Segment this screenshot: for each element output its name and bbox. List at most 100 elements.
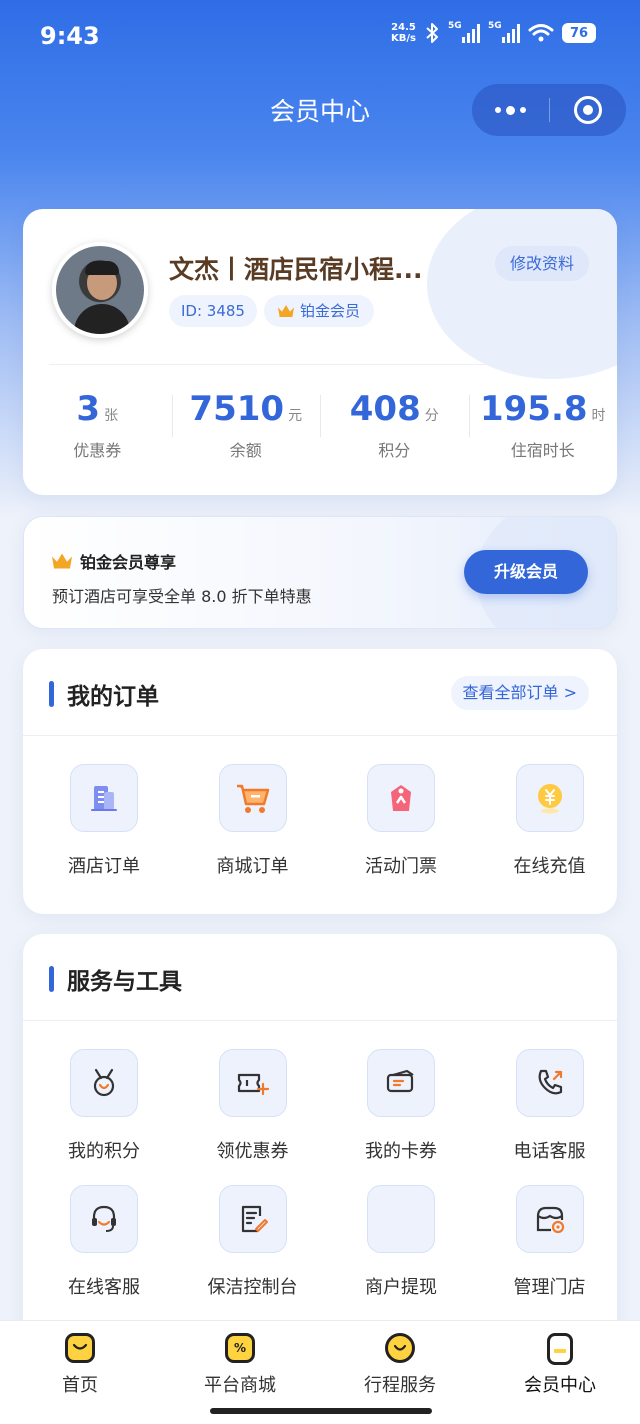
tab-label: 会员中心 [524,1375,596,1396]
tool-item-get-coupons[interactable]: 领优惠券 [172,1049,321,1185]
order-item-shop[interactable]: 商城订单 [172,764,321,900]
status-bar: 9:43 24.5 KB/s 5G 5G 76 [0,0,640,70]
wifi-icon [528,24,554,42]
stat-value: 408 [349,389,421,429]
headset-icon [70,1185,138,1253]
vip-banner: 铂金会员尊享 预订酒店可享受全单 8.0 折下单特惠 升级会员 [23,516,617,629]
stat-points[interactable]: 408 分 积分 [320,389,469,461]
tool-item-phone-support[interactable]: 电话客服 [469,1049,618,1185]
more-dots-icon [494,105,526,115]
tab-home[interactable]: 首页 [0,1321,160,1424]
shopping-cart-icon [218,764,287,832]
stats-row: 3张 优惠券 7510 元 余额 408 分 积分 195.8 时 住宿时长 [23,389,617,461]
edit-profile-button[interactable]: 修改资料 [494,246,589,281]
vip-description: 预订酒店可享受全单 8.0 折下单特惠 [52,587,312,606]
stat-label: 积分 [378,441,411,460]
network-speed-unit: KB/s [391,33,416,44]
stat-value: 7510 [189,389,285,429]
member-tier-badge[interactable]: 铂金会员 [264,295,375,327]
battery-indicator: 76 [562,23,596,43]
order-item-label: 活动门票 [365,856,437,877]
member-tier-label: 铂金会员 [300,302,361,320]
ticket-tag-icon [367,764,435,832]
stat-balance[interactable]: 7510 元 余额 [171,389,321,461]
orders-section: 我的订单 查看全部订单 > 酒店订单 商城订单 活动门票 在线充值 [23,649,617,914]
tool-item-my-cards[interactable]: 我的卡券 [320,1049,469,1185]
orders-grid: 酒店订单 商城订单 活动门票 在线充值 [23,764,617,900]
avatar[interactable] [52,242,148,338]
tool-item-label: 在线客服 [68,1277,140,1298]
tools-section: 服务与工具 我的积分 领优惠券 我的卡券 电话客服 在线客服 保洁控制台 商户提… [23,934,617,1354]
tools-grid: 我的积分 领优惠券 我的卡券 电话客服 在线客服 保洁控制台 商户提现 管理门店 [23,1049,617,1321]
document-edit-icon [218,1185,287,1253]
order-item-recharge[interactable]: 在线充值 [469,764,618,900]
vip-title: 铂金会员尊享 [52,549,176,573]
trip-service-icon [385,1333,415,1363]
profile-card: 文杰丨酒店民宿小程... 修改资料 ID: 3485 铂金会员 3张 优惠券 7… [23,209,617,495]
crown-icon [278,305,294,317]
percent-shop-icon: % [225,1333,255,1363]
coupon-add-icon [218,1049,287,1117]
stat-unit: 分 [424,408,439,424]
section-header: 我的订单 查看全部订单 > [23,649,617,736]
target-circle-icon [573,96,602,124]
more-button[interactable] [472,84,549,136]
signal-icon: 5G [448,21,480,43]
tab-label: 平台商城 [204,1375,276,1396]
crown-icon [52,554,72,569]
card-voucher-icon [367,1049,435,1117]
tab-member-center[interactable]: 会员中心 [480,1321,640,1424]
stat-value: 195.8 [479,389,588,429]
user-id-badge: ID: 3485 [169,295,257,327]
order-item-label: 商城订单 [216,856,289,877]
upgrade-member-button[interactable]: 升级会员 [464,550,588,594]
tool-item-points[interactable]: 我的积分 [23,1049,172,1185]
tool-item-label: 电话客服 [513,1141,586,1162]
order-item-label: 在线充值 [513,856,586,877]
tool-item-manage-store[interactable]: 管理门店 [469,1185,618,1321]
stat-stay-hours[interactable]: 195.8 时 住宿时长 [468,389,618,461]
order-item-label: 酒店订单 [68,856,140,877]
stat-unit: 张 [104,408,119,424]
phone-icon [515,1049,584,1117]
tool-item-online-support[interactable]: 在线客服 [23,1185,172,1321]
network-speed: 24.5 KB/s [391,22,416,44]
tool-item-label: 领优惠券 [216,1141,289,1162]
stat-label: 住宿时长 [510,441,575,460]
mini-program-capsule [472,84,626,136]
bluetooth-icon [426,23,438,43]
medal-icon [70,1049,138,1117]
section-accent-bar [49,681,54,707]
tab-label: 行程服务 [364,1375,436,1396]
decorative-circle [427,209,617,379]
stat-unit: 时 [591,408,606,424]
stat-value: 3 [76,389,101,429]
view-all-orders-link[interactable]: 查看全部订单 > [450,676,589,710]
tool-item-label: 我的卡券 [365,1141,437,1162]
section-title: 服务与工具 [67,969,182,995]
status-indicators: 24.5 KB/s 5G 5G 76 [391,21,596,44]
stat-label: 优惠券 [73,441,122,460]
stat-label: 余额 [229,441,262,460]
home-icon [65,1333,95,1363]
home-indicator[interactable] [210,1408,432,1414]
divider [49,364,591,365]
order-item-hotel[interactable]: 酒店订单 [23,764,172,900]
vip-title-text: 铂金会员尊享 [80,553,177,572]
hotel-building-icon [70,764,138,832]
tool-item-merchant-withdraw[interactable]: 商户提现 [320,1185,469,1321]
tool-item-label: 管理门店 [513,1277,586,1298]
member-icon [547,1333,573,1365]
stat-unit: 元 [288,408,303,424]
user-name: 文杰丨酒店民宿小程... [169,255,423,284]
merchant-withdraw-icon-placeholder [367,1185,435,1253]
tool-item-label: 保洁控制台 [207,1277,298,1298]
tool-item-cleaning-console[interactable]: 保洁控制台 [172,1185,321,1321]
store-settings-icon [515,1185,584,1253]
status-time: 9:43 [40,22,100,50]
section-accent-bar [49,966,54,992]
stat-coupons[interactable]: 3张 优惠券 [23,389,172,461]
order-item-ticket[interactable]: 活动门票 [320,764,469,900]
tool-item-label: 我的积分 [68,1141,140,1162]
close-mini-program-button[interactable] [550,84,627,136]
